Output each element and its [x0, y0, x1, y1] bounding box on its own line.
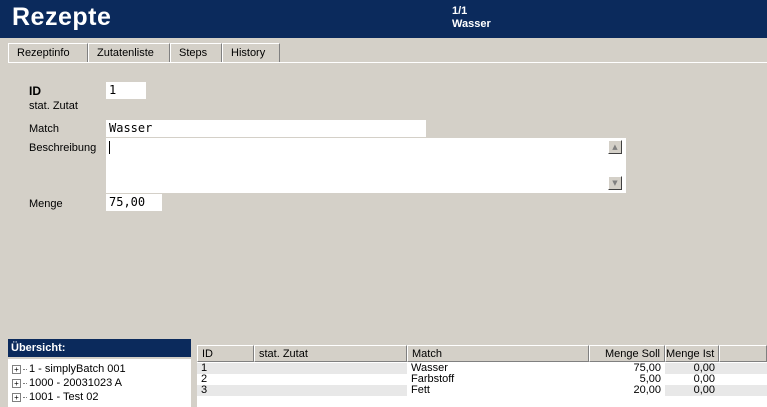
tree-item-label: 1 - simplyBatch 001 [29, 363, 126, 375]
id-field[interactable]: 1 [106, 82, 146, 99]
grid-header: ID stat. Zutat Match Menge Soll Menge Is… [197, 345, 767, 362]
cell-id: 3 [197, 385, 254, 396]
tree-item-label: 1000 - 20031023 A [29, 377, 122, 389]
record-info: 1/1 Wasser [452, 5, 491, 31]
expand-icon[interactable]: + [12, 364, 21, 374]
column-header-id[interactable]: ID [197, 345, 254, 362]
tab-zutatenliste[interactable]: Zutatenliste [88, 43, 170, 63]
app-title: Rezepte [12, 3, 112, 31]
expand-icon[interactable]: + [12, 378, 21, 388]
cell-match: Fett [411, 385, 430, 396]
column-header-empty [719, 345, 767, 362]
table-row[interactable]: 1 Wasser 75,00 0,00 [197, 363, 767, 374]
tab-history[interactable]: History [222, 43, 280, 63]
menge-label: Menge [29, 198, 63, 210]
id-label: ID [29, 84, 41, 98]
cell-menge-ist: 0,00 [665, 363, 719, 374]
column-header-menge-ist[interactable]: Menge Ist [665, 345, 719, 362]
ingredients-grid[interactable]: ID stat. Zutat Match Menge Soll Menge Is… [197, 345, 767, 407]
cell-menge-ist: 0,00 [665, 385, 719, 396]
cell-stat-zutat [254, 385, 407, 396]
cell-empty [719, 363, 767, 374]
record-position: 1/1 [452, 5, 468, 17]
cell-empty [719, 374, 767, 385]
tree-item[interactable]: +1 - simplyBatch 001 [12, 363, 126, 376]
cell-menge-soll: 5,00 [639, 374, 661, 385]
tree-item[interactable]: +1000 - 20031023 A [12, 377, 122, 390]
cell-match: Farbstoff [411, 374, 455, 385]
cell-stat-zutat [254, 374, 407, 385]
tab-rezeptinfo[interactable]: Rezeptinfo [8, 43, 88, 63]
cell-match: Wasser [411, 363, 448, 374]
cell-menge-ist: 0,00 [693, 374, 715, 385]
cell-stat-zutat [254, 363, 407, 374]
cell-menge-soll: 75,00 [633, 363, 661, 374]
cell-menge-soll: 20,00 [633, 385, 661, 396]
table-row[interactable]: 3 Fett 20,00 0,00 [197, 385, 767, 396]
match-label: Match [29, 123, 59, 135]
scroll-down-icon[interactable]: ▼ [608, 176, 622, 190]
tab-label: Steps [179, 47, 208, 59]
scroll-up-icon[interactable]: ▲ [608, 140, 622, 154]
table-row[interactable]: 2 Farbstoff 5,00 0,00 [197, 374, 767, 385]
tab-label: History [231, 47, 266, 59]
record-name: Wasser [452, 18, 491, 30]
overview-tree[interactable]: +1 - simplyBatch 001 +1000 - 20031023 A … [8, 359, 191, 407]
tab-label: Rezeptinfo [17, 47, 70, 59]
cell-empty [719, 385, 767, 396]
cell-id: 1 [197, 363, 254, 374]
text-caret [109, 141, 110, 154]
match-field[interactable]: Wasser [106, 120, 426, 137]
title-bar: Rezepte 1/1 Wasser [0, 0, 767, 38]
overview-header: Übersicht: [8, 339, 191, 357]
cell-id: 2 [201, 374, 208, 385]
tree-item[interactable]: +1001 - Test 02 [12, 391, 99, 404]
menge-field[interactable]: 75,00 [106, 194, 162, 211]
tree-item-label: 1001 - Test 02 [29, 391, 99, 403]
tab-steps[interactable]: Steps [170, 43, 222, 63]
expand-icon[interactable]: + [12, 392, 21, 402]
beschreibung-field[interactable]: ▲ ▼ [106, 138, 626, 193]
tab-label: Zutatenliste [97, 47, 154, 59]
column-header-menge-soll[interactable]: Menge Soll [589, 345, 665, 362]
beschreibung-label: Beschreibung [29, 142, 97, 154]
column-header-stat-zutat[interactable]: stat. Zutat [254, 345, 407, 362]
stat-zutat-label: stat. Zutat [29, 100, 78, 112]
column-header-match[interactable]: Match [407, 345, 589, 362]
tab-bar: Rezeptinfo Zutatenliste Steps History [8, 43, 280, 63]
tab-divider [8, 62, 767, 63]
